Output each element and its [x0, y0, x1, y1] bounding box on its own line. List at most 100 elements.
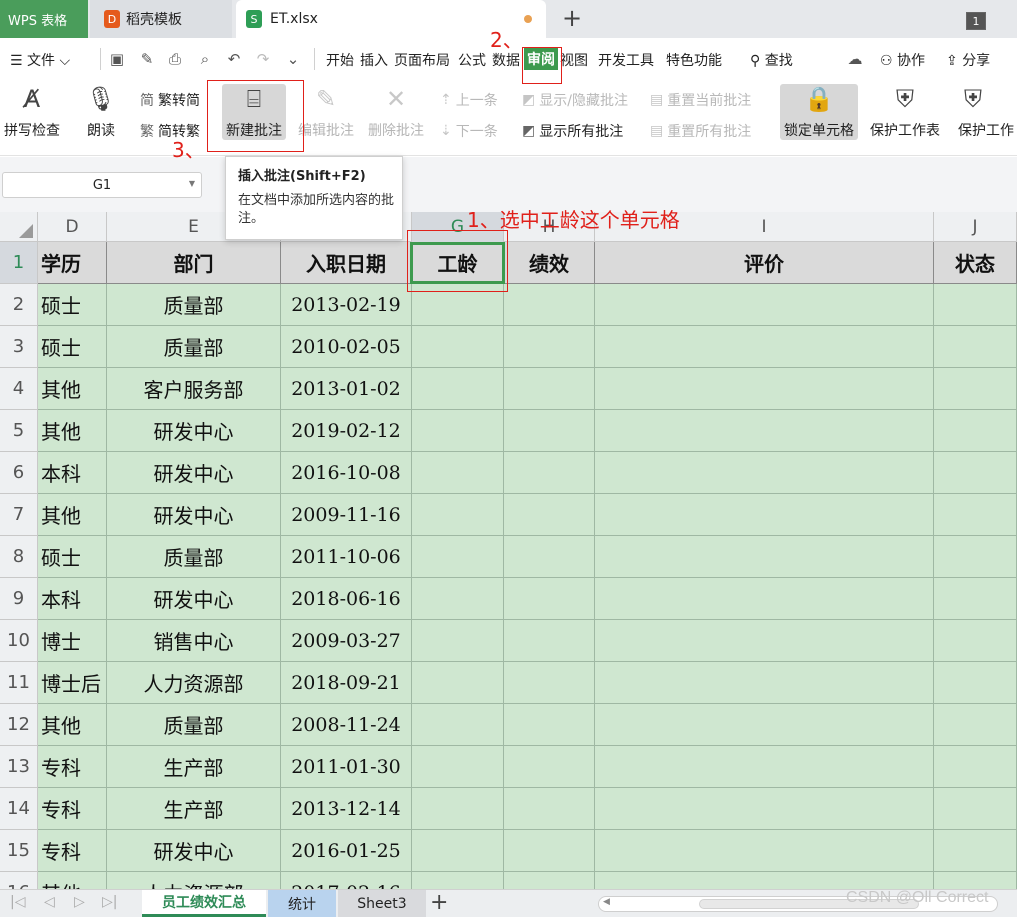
table-cell[interactable] [934, 452, 1017, 494]
protect-sheet-button[interactable]: ⛨ 保护工作表 [870, 84, 940, 140]
table-cell[interactable] [595, 746, 934, 788]
next-comment-button[interactable]: ⇣ 下一条 [440, 121, 498, 141]
new-tab-button[interactable]: + [562, 4, 582, 32]
table-cell[interactable] [934, 368, 1017, 410]
table-cell[interactable]: 专科 [38, 830, 107, 872]
table-cell[interactable] [504, 662, 595, 704]
table-cell[interactable]: 研发中心 [107, 452, 281, 494]
read-aloud-button[interactable]: 🎙 朗读 [86, 84, 116, 140]
table-cell[interactable]: 2019-02-12 [281, 410, 412, 452]
table-cell[interactable]: 2009-03-27 [281, 620, 412, 662]
table-cell[interactable] [595, 494, 934, 536]
undo-icon[interactable]: ↶ [225, 50, 243, 68]
table-cell[interactable]: 2013-01-02 [281, 368, 412, 410]
table-cell[interactable] [595, 452, 934, 494]
table-cell[interactable]: 2013-02-19 [281, 284, 412, 326]
row-header[interactable]: 16 [0, 872, 38, 889]
table-cell[interactable]: 客户服务部 [107, 368, 281, 410]
table-cell[interactable] [934, 494, 1017, 536]
menu-start[interactable]: 开始 [326, 50, 354, 70]
row-header[interactable]: 11 [0, 662, 38, 704]
sheet-tab-summary[interactable]: 员工绩效汇总 [142, 890, 266, 917]
table-cell[interactable] [595, 368, 934, 410]
table-cell[interactable]: 其他 [38, 872, 107, 889]
row-header[interactable]: 4 [0, 368, 38, 410]
table-cell[interactable] [412, 368, 504, 410]
column-header-d[interactable]: D [38, 212, 107, 242]
header-cell-d[interactable]: 学历 [38, 242, 107, 284]
table-cell[interactable]: 研发中心 [107, 410, 281, 452]
table-cell[interactable]: 专科 [38, 788, 107, 830]
prev-sheet-icon[interactable]: ◁ [44, 894, 55, 910]
table-cell[interactable] [412, 410, 504, 452]
table-cell[interactable] [504, 452, 595, 494]
table-cell[interactable]: 硕士 [38, 326, 107, 368]
table-cell[interactable]: 本科 [38, 578, 107, 620]
row-header[interactable]: 14 [0, 788, 38, 830]
window-count-badge[interactable]: 1 [966, 12, 986, 30]
table-cell[interactable] [504, 536, 595, 578]
table-cell[interactable] [595, 578, 934, 620]
table-cell[interactable] [595, 326, 934, 368]
table-cell[interactable]: 生产部 [107, 746, 281, 788]
table-cell[interactable] [934, 326, 1017, 368]
table-cell[interactable] [595, 788, 934, 830]
table-cell[interactable]: 2018-09-21 [281, 662, 412, 704]
table-cell[interactable] [412, 620, 504, 662]
table-cell[interactable] [504, 578, 595, 620]
table-cell[interactable] [595, 704, 934, 746]
protect-workbook-button[interactable]: ⛨ 保护工作 [958, 84, 1014, 140]
table-cell[interactable]: 销售中心 [107, 620, 281, 662]
row-header[interactable]: 8 [0, 536, 38, 578]
table-cell[interactable] [412, 830, 504, 872]
print-icon[interactable]: ⎙ [166, 50, 184, 68]
table-cell[interactable] [412, 452, 504, 494]
table-cell[interactable] [504, 788, 595, 830]
menu-data[interactable]: 数据 [492, 50, 520, 70]
table-cell[interactable]: 2016-10-08 [281, 452, 412, 494]
format-painter-icon[interactable]: ✎ [138, 50, 156, 68]
menu-special[interactable]: 特色功能 [666, 50, 722, 70]
select-all-corner[interactable] [0, 212, 38, 242]
header-cell-i[interactable]: 评价 [595, 242, 934, 284]
table-cell[interactable] [504, 410, 595, 452]
sheet-tab-sheet3[interactable]: Sheet3 [338, 890, 426, 917]
table-cell[interactable]: 硕士 [38, 536, 107, 578]
table-cell[interactable]: 2018-06-16 [281, 578, 412, 620]
row-header[interactable]: 3 [0, 326, 38, 368]
table-cell[interactable] [934, 620, 1017, 662]
table-cell[interactable] [504, 326, 595, 368]
row-header[interactable]: 7 [0, 494, 38, 536]
prev-comment-button[interactable]: ⇡ 上一条 [440, 90, 498, 110]
table-cell[interactable] [504, 494, 595, 536]
table-cell[interactable] [412, 578, 504, 620]
row-header[interactable]: 9 [0, 578, 38, 620]
table-cell[interactable] [412, 326, 504, 368]
table-cell[interactable]: 专科 [38, 746, 107, 788]
row-header[interactable]: 5 [0, 410, 38, 452]
table-cell[interactable] [934, 788, 1017, 830]
row-header[interactable]: 6 [0, 452, 38, 494]
menu-view[interactable]: 视图 [560, 50, 588, 70]
redo-icon[interactable]: ↷ [254, 50, 272, 68]
table-cell[interactable]: 2008-11-24 [281, 704, 412, 746]
table-cell[interactable]: 生产部 [107, 788, 281, 830]
table-cell[interactable]: 人力资源部 [107, 872, 281, 889]
table-cell[interactable] [412, 872, 504, 889]
table-cell[interactable]: 2016-01-25 [281, 830, 412, 872]
table-cell[interactable]: 研发中心 [107, 578, 281, 620]
table-cell[interactable]: 质量部 [107, 326, 281, 368]
table-cell[interactable]: 2010-02-05 [281, 326, 412, 368]
table-cell[interactable] [504, 704, 595, 746]
delete-comment-button[interactable]: ✕ 删除批注 [368, 84, 424, 140]
menu-review[interactable]: 审阅 [524, 48, 558, 70]
next-sheet-icon[interactable]: ▷ [74, 894, 85, 910]
table-cell[interactable] [595, 536, 934, 578]
header-cell-h[interactable]: 绩效 [504, 242, 595, 284]
table-cell[interactable] [595, 662, 934, 704]
table-cell[interactable]: 其他 [38, 368, 107, 410]
table-cell[interactable]: 博士后 [38, 662, 107, 704]
table-cell[interactable] [504, 368, 595, 410]
template-tab[interactable]: D 稻壳模板 [90, 0, 232, 38]
table-cell[interactable] [412, 662, 504, 704]
